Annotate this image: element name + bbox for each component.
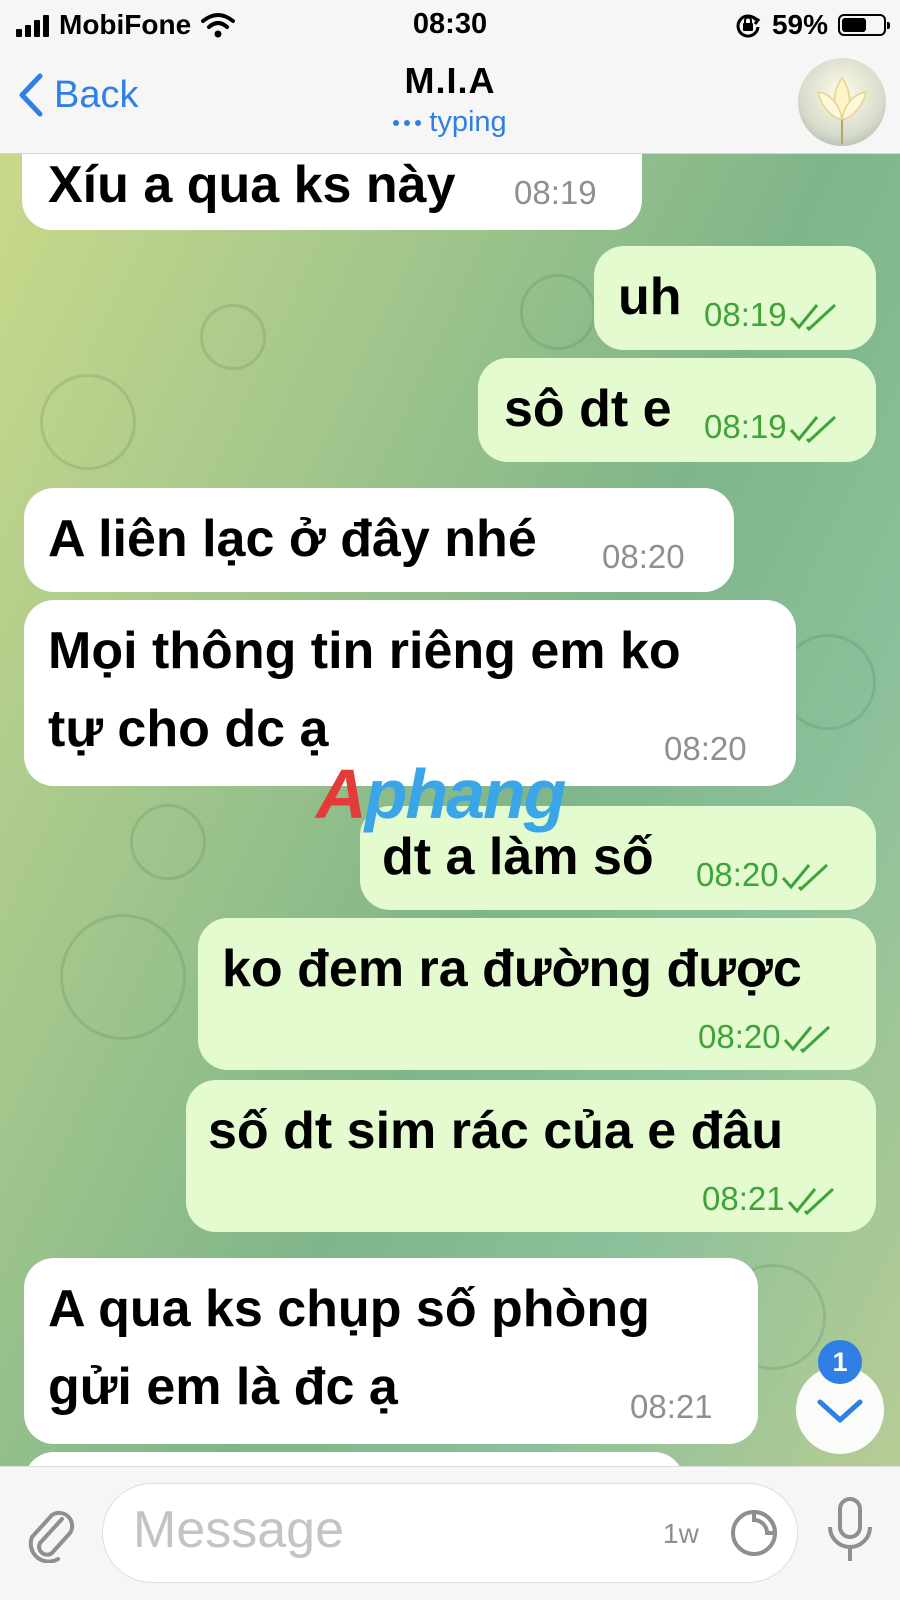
message-text: Xíu a qua ks này — [48, 156, 456, 214]
status-bar: MobiFone 08:30 59% — [0, 0, 900, 50]
background-doodle — [40, 374, 136, 470]
message-bubble-incoming[interactable]: A qua ks chụp số phòng gửi em là đc ạ 08… — [24, 1258, 758, 1444]
chat-title[interactable]: M.I.A — [0, 60, 900, 102]
message-input[interactable]: Message 1w — [102, 1483, 798, 1583]
avatar[interactable] — [798, 58, 886, 146]
message-time: 08:20 — [602, 538, 685, 575]
message-time: 08:20 — [696, 856, 831, 894]
message-text: ko đem ra đường được — [222, 940, 802, 998]
message-text: gửi em là đc ạ — [48, 1358, 398, 1416]
message-bubble-outgoing[interactable]: sô dt e 08:19 — [478, 358, 876, 462]
message-text: A liên lạc ở đây nhé — [48, 510, 537, 568]
sticker-icon[interactable] — [729, 1508, 779, 1558]
background-doodle — [520, 274, 596, 350]
message-list[interactable]: Xíu a qua ks này 08:19 uh 08:19 sô dt e … — [0, 154, 900, 1466]
message-time: 08:19 — [704, 408, 839, 446]
message-time: 08:20 — [664, 730, 747, 767]
paperclip-icon[interactable] — [22, 1503, 78, 1563]
message-text: A qua ks chụp số phòng — [48, 1280, 650, 1338]
message-bubble-incoming[interactable] — [24, 1452, 684, 1466]
message-bubble-outgoing[interactable]: ko đem ra đường được 08:20 — [198, 918, 876, 1070]
self-destruct-timer[interactable]: 1w — [663, 1518, 699, 1550]
typing-status: typing — [0, 106, 900, 139]
background-doodle — [60, 914, 186, 1040]
message-bubble-outgoing[interactable]: uh 08:19 — [594, 246, 876, 350]
battery-icon — [838, 14, 890, 36]
message-bubble-outgoing[interactable]: số dt sim rác của e đâu 08:21 — [186, 1080, 876, 1232]
message-text: số dt sim rác của e đâu — [208, 1102, 784, 1160]
double-check-icon — [789, 416, 836, 444]
message-text: Mọi thông tin riêng em ko — [48, 622, 681, 680]
message-time: 08:19 — [704, 296, 839, 334]
message-time: 08:20 — [698, 1018, 833, 1056]
lotus-avatar-icon — [817, 76, 867, 144]
message-time: 08:19 — [514, 174, 597, 211]
orientation-lock-icon — [736, 14, 761, 38]
typing-dots-icon — [393, 119, 422, 126]
double-check-icon — [783, 1026, 830, 1054]
double-check-icon — [787, 1188, 834, 1216]
message-time: 08:21 — [702, 1180, 837, 1218]
message-bubble-incoming[interactable]: A liên lạc ở đây nhé 08:20 — [24, 488, 734, 592]
message-text: tự cho dc ạ — [48, 700, 329, 758]
typing-label: typing — [429, 106, 507, 138]
message-text: uh — [618, 268, 682, 326]
watermark-logo: Aphang — [316, 755, 567, 833]
background-doodle — [130, 804, 206, 880]
message-time: 08:21 — [630, 1388, 713, 1425]
unread-count-badge: 1 — [818, 1340, 862, 1384]
double-check-icon — [781, 864, 828, 892]
battery-percent: 59% — [771, 9, 828, 40]
double-check-icon — [789, 304, 836, 332]
composer-bar: Message 1w — [0, 1466, 900, 1600]
background-doodle — [200, 304, 266, 370]
message-bubble-incoming[interactable]: Xíu a qua ks này 08:19 — [22, 154, 642, 230]
chat-header: Back M.I.A typing — [0, 50, 900, 154]
message-text: sô dt e — [504, 380, 672, 438]
microphone-icon[interactable] — [820, 1495, 880, 1567]
message-placeholder: Message — [133, 1501, 344, 1559]
